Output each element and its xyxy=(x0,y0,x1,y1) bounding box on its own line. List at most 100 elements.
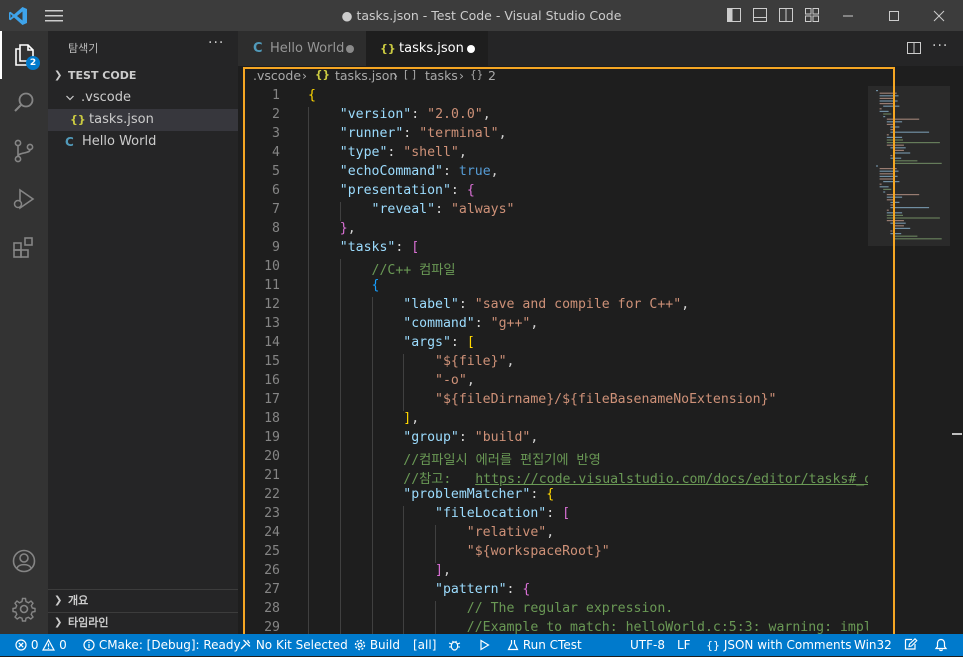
source-control-icon xyxy=(14,139,34,163)
minimap-line xyxy=(886,121,903,123)
unsaved-dot-icon[interactable] xyxy=(467,45,475,53)
unsaved-dot-icon[interactable] xyxy=(346,45,354,53)
line-number: 19 xyxy=(264,430,280,445)
cmake-build-label: Build xyxy=(369,638,400,652)
tree-file-tasks-json[interactable]: {} tasks.json xyxy=(48,109,238,131)
timeline-section[interactable]: ❯ 타임라인 xyxy=(48,612,238,634)
account-icon xyxy=(12,549,36,573)
json-file-icon: {} xyxy=(315,69,330,81)
cmake-build[interactable]: Build xyxy=(354,634,400,656)
maximize-icon[interactable] xyxy=(885,7,903,25)
breadcrumb-object[interactable]: 2 xyxy=(488,68,496,83)
toggle-sidebar-icon[interactable] xyxy=(726,7,742,23)
sidebar-more-button[interactable]: ··· xyxy=(208,35,224,51)
minimap-line xyxy=(879,108,882,110)
minimap-line xyxy=(894,152,911,154)
code-line: "group": "build", xyxy=(403,430,539,445)
code-line: }, xyxy=(339,221,356,236)
source-control-button[interactable] xyxy=(0,127,48,175)
manage-button[interactable] xyxy=(0,585,48,633)
toggle-secondary-sidebar-icon[interactable] xyxy=(778,7,794,23)
activity-bar: 2 xyxy=(0,31,48,634)
extensions-button[interactable] xyxy=(0,223,48,271)
explorer-sidebar: 탐색기 ··· ❯ TEST CODE .vscode {} tasks.jso… xyxy=(48,31,238,634)
line-number: 18 xyxy=(264,411,280,426)
line-number: 29 xyxy=(264,620,280,634)
code-line: "args": [ xyxy=(403,335,475,350)
code-line: "presentation": { xyxy=(339,183,475,198)
code-line: // The regular expression. xyxy=(466,601,674,616)
platform[interactable]: Win32 xyxy=(854,634,892,656)
minimap-line xyxy=(879,110,889,112)
workspace-root[interactable]: ❯ TEST CODE xyxy=(48,65,238,87)
chevron-right-icon: › xyxy=(459,68,464,83)
minimap-line xyxy=(886,136,903,138)
language-mode[interactable]: {} JSON with Comments xyxy=(706,634,852,656)
line-number: 7 xyxy=(272,202,280,217)
customize-layout-icon[interactable] xyxy=(804,7,820,23)
sidebar-title: 탐색기 xyxy=(68,42,99,55)
code-line: "version": "2.0.0", xyxy=(339,107,491,122)
minimap[interactable] xyxy=(868,86,950,634)
close-icon[interactable] xyxy=(930,7,948,25)
line-number: 27 xyxy=(264,582,280,597)
explorer-badge: 2 xyxy=(26,56,40,70)
outline-section[interactable]: ❯ 개요 xyxy=(48,590,238,612)
code-line: "${fileDirname}/${fileBasenameNoExtensio… xyxy=(435,392,777,407)
debug-icon[interactable] xyxy=(448,639,461,651)
search-button[interactable] xyxy=(0,79,48,127)
end-of-line[interactable]: LF xyxy=(677,634,691,656)
minimap-viewport[interactable] xyxy=(868,86,950,246)
play-icon[interactable] xyxy=(479,639,490,651)
tab-tasks-json[interactable]: {} tasks.json xyxy=(366,31,488,66)
code-line: "pattern": { xyxy=(435,582,531,597)
minimap-line xyxy=(879,95,899,97)
accounts-button[interactable] xyxy=(0,537,48,585)
line-number: 5 xyxy=(272,164,280,179)
vertical-scrollbar[interactable] xyxy=(950,86,963,634)
timeline-label: 타임라인 xyxy=(68,616,109,629)
code-line: "reveal": "always" xyxy=(371,202,515,217)
minimap-line xyxy=(879,100,898,102)
warning-count: 0 xyxy=(59,638,67,652)
breadcrumb-folder[interactable]: .vscode xyxy=(253,68,301,83)
encoding[interactable]: UTF-8 xyxy=(630,634,665,656)
minimap-line xyxy=(890,126,900,128)
cmake-status-label: CMake: [Debug]: Ready xyxy=(98,638,241,652)
line-number: 20 xyxy=(264,449,280,464)
minimap-line xyxy=(894,235,918,237)
run-debug-button[interactable] xyxy=(0,175,48,223)
tree-file-hello-world[interactable]: C Hello World xyxy=(48,131,238,153)
line-number: 17 xyxy=(264,392,280,407)
outline-label: 개요 xyxy=(68,594,89,607)
minimap-line xyxy=(879,183,882,185)
explorer-button[interactable] xyxy=(0,31,48,79)
run-ctest[interactable]: Run CTest xyxy=(507,634,582,656)
tab-hello-world[interactable]: C Hello World xyxy=(238,31,366,66)
code-editor[interactable]: 1 2 3 4 5 6 7 8 9 10 11 12 13 14 15 16 17 18 19 20 21 22 23 24 2… xyxy=(244,86,868,634)
minimap-line xyxy=(886,217,940,219)
editor-more-button[interactable]: ··· xyxy=(932,38,948,54)
minimap-line xyxy=(879,168,897,170)
code-line: "runner": "terminal", xyxy=(339,126,507,141)
c-file-icon: C xyxy=(65,135,74,149)
minimap-line xyxy=(876,165,878,167)
title-bar: ● tasks.json - Test Code - Visual Studio… xyxy=(0,0,963,31)
code-line: "label": "save and compile for C++", xyxy=(403,297,690,312)
breadcrumb-array[interactable]: tasks xyxy=(425,68,458,83)
tree-folder-vscode[interactable]: .vscode xyxy=(48,87,238,109)
cmake-kit[interactable]: No Kit Selected xyxy=(239,634,348,656)
bell-icon[interactable] xyxy=(934,638,948,652)
minimize-icon[interactable] xyxy=(839,7,857,25)
line-number: 3 xyxy=(272,126,280,141)
problems-indicator[interactable]: 0 0 xyxy=(15,634,67,656)
breadcrumb-file[interactable]: tasks.json xyxy=(335,68,397,83)
cmake-status[interactable]: CMake: [Debug]: Ready xyxy=(83,634,241,656)
toggle-panel-icon[interactable] xyxy=(752,7,768,23)
split-editor-icon[interactable] xyxy=(906,40,922,56)
flask-icon xyxy=(507,640,519,651)
feedback-icon[interactable] xyxy=(904,638,918,652)
cmake-target[interactable]: [all] xyxy=(413,634,436,656)
json-file-icon: {} xyxy=(380,42,396,55)
search-icon xyxy=(14,92,34,112)
